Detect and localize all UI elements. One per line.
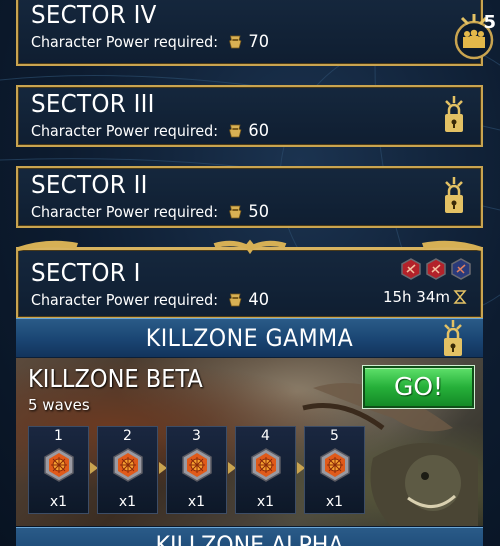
red-gem-icon — [426, 258, 446, 280]
wave-slot-5[interactable]: 5 x1 — [304, 426, 365, 514]
wave-slot-3[interactable]: 3 x1 — [166, 426, 227, 514]
reward-quantity: x1 — [256, 494, 275, 510]
wave-slot-2[interactable]: 2 x1 — [97, 426, 158, 514]
power-icon — [228, 124, 242, 138]
killzone-alpha-title: KILLZONE ALPHA — [155, 531, 344, 546]
wave-number: 1 — [54, 428, 63, 444]
red-gem-icon — [401, 258, 421, 280]
reward-quantity: x1 — [325, 494, 344, 510]
reward-token-icon — [320, 448, 350, 482]
sector-ii-requirement: Character Power required: 50 — [31, 202, 269, 222]
go-button[interactable]: GO! — [363, 366, 474, 408]
power-value: 50 — [248, 202, 269, 222]
reward-token-icon — [44, 448, 74, 482]
sector-iv-card[interactable]: SECTOR IV Character Power required: 70 — [16, 0, 483, 66]
power-value: 40 — [248, 290, 269, 310]
power-value: 70 — [248, 32, 269, 52]
wing-ornament-right — [422, 240, 482, 251]
wing-ornament-left — [18, 240, 78, 251]
killzone-alpha-banner[interactable]: KILLZONE ALPHA — [16, 527, 483, 546]
sector-iii-title: SECTOR III — [31, 89, 155, 118]
killzone-gamma-title: KILLZONE GAMMA — [145, 324, 354, 352]
hourglass-icon — [453, 290, 467, 304]
power-icon — [228, 205, 242, 219]
killzone-gamma-banner[interactable]: KILLZONE GAMMA — [16, 318, 483, 358]
power-value: 60 — [248, 121, 269, 141]
wave-slot-4[interactable]: 4 x1 — [235, 426, 296, 514]
wave-slot-1[interactable]: 1 x1 — [28, 426, 89, 514]
reward-quantity: x1 — [118, 494, 137, 510]
eagle-ornament — [213, 239, 287, 255]
squad-badge[interactable]: 5 — [452, 10, 498, 62]
sector-i-card[interactable]: SECTOR I Character Power required: 40 15… — [16, 247, 483, 319]
blue-gem-icon — [451, 258, 471, 280]
power-icon — [228, 293, 242, 307]
reward-quantity: x1 — [49, 494, 68, 510]
reward-token-icon — [251, 448, 281, 482]
reward-token-icon — [113, 448, 143, 482]
sector-i-requirement: Character Power required: 40 — [31, 290, 269, 310]
reward-quantity: x1 — [187, 494, 206, 510]
sector-ii-card[interactable]: SECTOR II Character Power required: 50 — [16, 166, 483, 228]
killzone-beta-panel: KILLZONE BETA 5 waves GO! 1 x1 2 x1 3 x1… — [16, 358, 483, 526]
requirement-label: Character Power required: — [31, 203, 219, 221]
wave-number: 3 — [192, 428, 201, 444]
squad-count: 5 — [483, 12, 496, 33]
power-icon — [228, 35, 242, 49]
lock-icon — [444, 320, 462, 356]
sector-iii-requirement: Character Power required: 60 — [31, 121, 269, 141]
sector-iii-card[interactable]: SECTOR III Character Power required: 60 — [16, 85, 483, 147]
timer-text: 15h 34m — [382, 288, 450, 306]
lock-icon — [445, 177, 463, 213]
wave-number: 5 — [330, 428, 339, 444]
requirement-label: Character Power required: — [31, 33, 219, 51]
requirement-label: Character Power required: — [31, 291, 219, 309]
wave-number: 4 — [261, 428, 270, 444]
sector-timer: 15h 34m — [383, 288, 467, 306]
wave-number: 2 — [123, 428, 132, 444]
requirement-label: Character Power required: — [31, 122, 219, 140]
lock-icon — [445, 96, 463, 132]
killzone-beta-title: KILLZONE BETA — [28, 364, 203, 393]
sector-i-title: SECTOR I — [31, 258, 141, 287]
sector-iv-requirement: Character Power required: 70 — [31, 32, 269, 52]
waves-count: 5 waves — [28, 396, 90, 414]
sector-iv-title: SECTOR IV — [31, 0, 157, 29]
reward-gems — [401, 258, 471, 280]
sector-ii-title: SECTOR II — [31, 170, 148, 199]
reward-token-icon — [182, 448, 212, 482]
